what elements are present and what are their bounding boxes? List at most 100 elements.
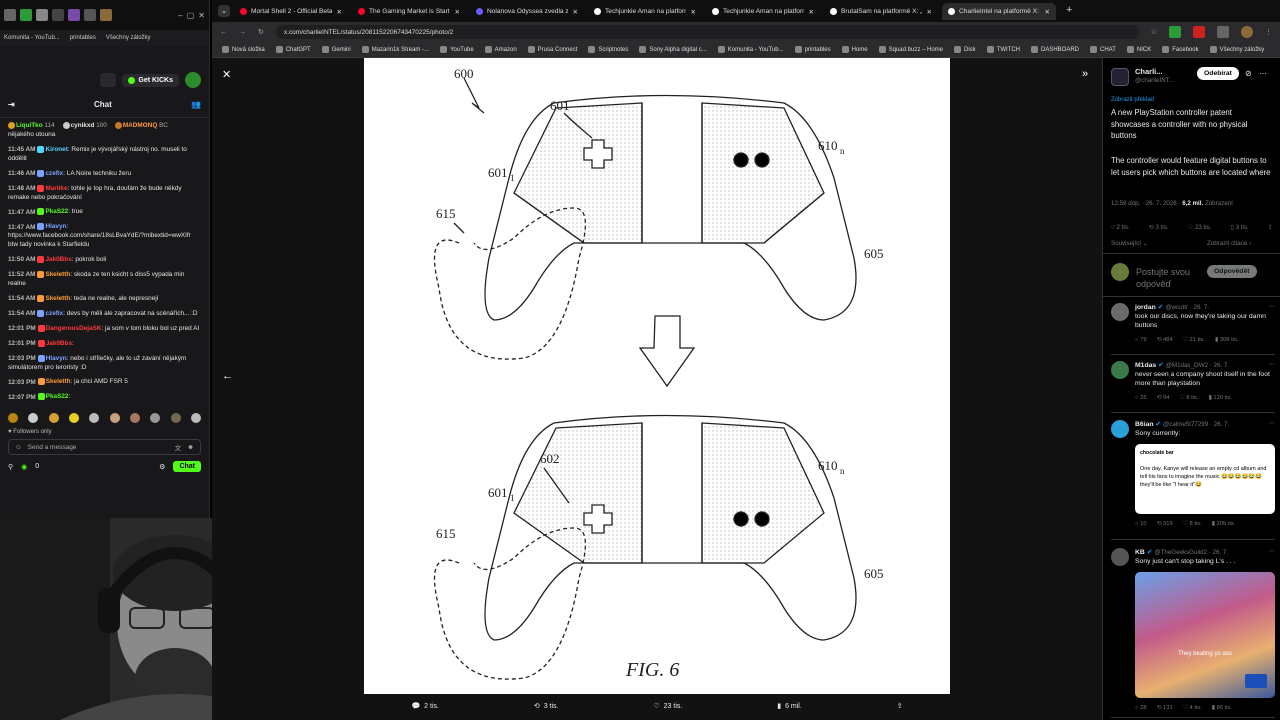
chat-username[interactable]: PkaS22 — [46, 394, 69, 401]
chat-username[interactable]: Skeletth — [46, 379, 71, 386]
bookmark[interactable]: NICK — [1126, 46, 1151, 53]
browser-tab[interactable]: BrutalSam na platformě X: „Ghost✕ — [824, 3, 938, 20]
reply-author[interactable]: B6ian — [1135, 421, 1154, 428]
reply-action[interactable]: 💬 2 tis. — [411, 702, 439, 711]
bookmark[interactable]: Komunita - YouTub... — [717, 46, 784, 53]
reply-post[interactable]: M1das ✔ @M1das_OW2 · 26. 7. never seen a… — [1111, 361, 1275, 413]
more-options-icon[interactable]: ⋯ — [1269, 420, 1275, 427]
meme-image[interactable]: They beating yo ass — [1135, 572, 1275, 698]
browser-tab[interactable]: Nolanova Odyssea zvedla zájem✕ — [470, 3, 584, 20]
chat-username[interactable]: DangerousDejaSK — [46, 325, 102, 332]
share-icon[interactable]: ⇪ — [1268, 224, 1273, 231]
browser-tab[interactable]: Mortal Shell 2 - Official Beta Tra✕ — [234, 3, 348, 20]
chat-username[interactable]: Kironet — [45, 146, 67, 153]
reply-post[interactable]: B6ian ✔ @calme5t77299 · 26. 7. Sony curr… — [1111, 420, 1275, 540]
chat-username[interactable]: Jak0Bbs — [45, 256, 71, 263]
patent-drawing[interactable]: 600 601 601 1 615 610 n 605 602 601 1 61… — [364, 58, 950, 694]
top-user[interactable]: LiquiTko 114 — [8, 122, 55, 131]
emote-icon[interactable] — [109, 413, 120, 424]
related-link[interactable]: Související ⌄ — [1111, 240, 1148, 247]
emote-icon[interactable] — [28, 413, 39, 424]
emote-icon[interactable] — [129, 413, 140, 424]
translate-link[interactable]: Zobrazit překlad — [1111, 97, 1154, 103]
profile-avatar[interactable] — [1241, 26, 1253, 38]
reload-icon[interactable]: ↻ — [258, 28, 264, 36]
browser-tab[interactable]: CharlieIntel na platformě X: „A ✕ — [942, 3, 1056, 20]
bookmark[interactable]: Facebook — [1162, 46, 1199, 53]
emote-picker-icon[interactable]: ☻ — [187, 444, 194, 451]
author-avatar[interactable] — [1111, 68, 1129, 86]
collapse-sidebar-icon[interactable]: » — [1082, 68, 1088, 80]
extension-icon[interactable] — [68, 9, 80, 21]
send-chat-button[interactable]: Chat — [173, 461, 201, 473]
profile-icon[interactable] — [100, 9, 112, 21]
bookmark[interactable]: printables — [794, 46, 831, 53]
emote-icon[interactable] — [48, 413, 59, 424]
user-avatar[interactable] — [185, 72, 201, 88]
browser-tab[interactable]: Techjunkie Aman na platformě ✕ — [706, 3, 820, 20]
bookmark[interactable]: Všechny záložky — [106, 35, 151, 41]
tab-search-icon[interactable]: ⌄ — [218, 5, 230, 17]
reply-avatar[interactable] — [1111, 303, 1129, 321]
bookmark[interactable]: TWITCH — [986, 46, 1020, 53]
reply-likes[interactable]: ♡ 21 tis. — [1183, 336, 1205, 345]
chat-username[interactable]: Marlike — [45, 185, 67, 192]
bookmark[interactable]: Prusa Connect — [527, 46, 577, 53]
extension-icon[interactable] — [1193, 26, 1205, 38]
views-action[interactable]: ▮ 6 mil. — [777, 702, 802, 711]
author-handle[interactable]: @charlieINT... — [1135, 77, 1174, 84]
chat-username[interactable]: czefix — [45, 310, 63, 317]
bookmark[interactable]: Gemini — [321, 46, 351, 53]
view-quotes-link[interactable]: Zobrazit citace › — [1207, 240, 1251, 247]
extension-icon[interactable] — [52, 9, 64, 21]
reply-author[interactable]: jordan — [1135, 304, 1156, 311]
reply-reposts[interactable]: ⟲ 319 — [1157, 520, 1173, 529]
browser-tab[interactable]: Techjunkie Aman na platformě X ✕ — [588, 3, 702, 20]
bookmark[interactable]: Disk — [954, 46, 976, 53]
reply-post[interactable]: jordan ✔ @wcuttr · 26. 7. took our discs… — [1111, 303, 1275, 355]
maximize-icon[interactable]: ▢ — [187, 11, 195, 20]
forward-icon[interactable]: → — [239, 29, 246, 36]
close-icon[interactable]: ✕ — [198, 11, 205, 20]
like-stat[interactable]: ♡ 23 tis. — [1188, 224, 1212, 231]
bookmark[interactable]: Komunita - YouTub... — [4, 35, 60, 41]
grok-icon[interactable]: ⊘ — [1245, 69, 1252, 78]
bookmark[interactable]: Mazarin1k Stream -... — [361, 46, 429, 53]
close-tab-icon[interactable]: ✕ — [926, 8, 932, 16]
emote-icon[interactable] — [68, 413, 79, 424]
reply-avatar[interactable] — [1111, 548, 1129, 566]
reply-author[interactable]: M1das — [1135, 362, 1156, 369]
follow-button[interactable]: Odebírat — [1197, 67, 1239, 80]
bookmark[interactable]: YouTube — [440, 46, 474, 53]
repost-stat[interactable]: ⟲ 3 tis. — [1149, 224, 1169, 231]
chat-username[interactable]: Jak0Bbs — [46, 340, 72, 347]
more-options-icon[interactable]: ⋯ — [1269, 548, 1275, 555]
like-action[interactable]: ♡ 23 tis. — [653, 702, 682, 711]
chat-username[interactable]: Skeletth — [45, 271, 70, 278]
chat-input[interactable]: ☺ Send a message 文 ☻ — [8, 439, 201, 456]
bookmark[interactable]: Scriptnotes — [588, 46, 628, 53]
reply-reposts[interactable]: ⟲ 94 — [1157, 394, 1170, 403]
back-icon[interactable]: ← — [220, 29, 227, 36]
bookmark[interactable]: CHAT — [1090, 46, 1116, 53]
bookmark[interactable]: Amazon — [484, 46, 517, 53]
emote-icon[interactable] — [8, 413, 18, 424]
new-tab-icon[interactable]: + — [1066, 4, 1072, 16]
reply-replies[interactable]: ○ 10 — [1135, 520, 1147, 529]
close-tab-icon[interactable]: ✕ — [1044, 8, 1050, 16]
bookmark[interactable]: Všechny záložky — [1209, 46, 1264, 53]
repost-action[interactable]: ⟲ 3 tis. — [534, 702, 559, 711]
bookmark-stat[interactable]: ▯ 3 tis. — [1231, 224, 1249, 231]
layout-icon[interactable] — [100, 73, 117, 87]
emote-icon[interactable] — [190, 413, 201, 424]
emote-icon[interactable] — [89, 413, 100, 424]
bookmark[interactable]: Home — [841, 46, 868, 53]
chat-username[interactable]: Skeletth — [45, 295, 70, 302]
reply-replies[interactable]: ○ 28 — [1135, 704, 1147, 713]
menu-icon[interactable]: ⋮ — [1265, 28, 1272, 36]
link-icon[interactable]: ⚲ — [8, 463, 13, 471]
extension-icon[interactable] — [4, 9, 16, 21]
collapse-chat-icon[interactable]: ⇥ — [8, 100, 15, 109]
author-name[interactable]: Charli... — [1135, 67, 1163, 76]
reply-views[interactable]: ▮ 86 tis. — [1212, 704, 1232, 713]
